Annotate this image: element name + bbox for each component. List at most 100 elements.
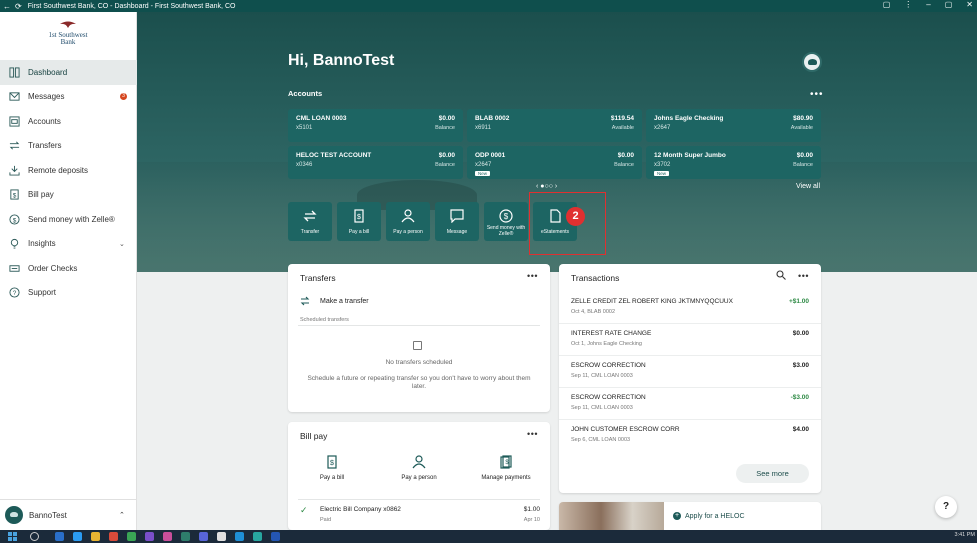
taskbar-app-icon[interactable] — [163, 532, 172, 541]
transaction-meta: Sep 11, CML LOAN 0003 — [571, 405, 633, 411]
account-amount: $0.00 — [438, 152, 455, 159]
quick-action-transfer[interactable]: Transfer — [288, 202, 332, 241]
bank-logo[interactable]: 1st Southwest Bank — [40, 18, 96, 50]
account-amount-label: Balance — [435, 125, 455, 131]
view-all-link[interactable]: View all — [796, 183, 820, 190]
account-amount-label: Balance — [435, 162, 455, 168]
account-card[interactable]: HELOC TEST ACCOUNT x0346 $0.00 Balance — [288, 146, 463, 179]
sidebar-item-dashboard[interactable]: Dashboard — [0, 60, 137, 85]
account-amount: $0.00 — [796, 152, 813, 159]
account-card[interactable]: BLAB 0002 x6911 $119.54 Available — [467, 109, 642, 142]
taskbar-app-icon[interactable] — [55, 532, 64, 541]
sidebar-item-insights[interactable]: Insights ⌄ — [0, 232, 137, 257]
sidebar-item-messages[interactable]: Messages 3 — [0, 85, 137, 110]
sidebar-item-accounts[interactable]: Accounts — [0, 109, 137, 134]
help-button[interactable]: ? — [935, 496, 957, 518]
sidebar-item-bill-pay[interactable]: $ Bill pay — [0, 183, 137, 208]
taskbar-search-icon[interactable] — [30, 532, 39, 541]
sidebar-item-remote-deposits[interactable]: Remote deposits — [0, 158, 137, 183]
sidebar-item-label: Bill pay — [28, 190, 54, 200]
make-transfer-button[interactable]: Make a transfer — [300, 296, 369, 306]
taskbar-app-icon[interactable] — [271, 532, 280, 541]
search-icon[interactable] — [776, 270, 786, 280]
account-card[interactable]: Johns Eagle Checking x2647 $80.90 Availa… — [646, 109, 821, 142]
back-icon[interactable]: ← — [3, 2, 11, 11]
accounts-more-icon[interactable]: ••• — [810, 90, 824, 100]
browser-nav: ← ⟳ — [0, 2, 22, 11]
svg-text:$: $ — [504, 212, 509, 221]
transfers-more-icon[interactable]: ••• — [527, 271, 538, 281]
billpay-manage-payments-button[interactable]: $ Manage payments — [471, 455, 541, 481]
menu-icon[interactable]: ⋮ — [904, 0, 912, 9]
taskbar-app-icon[interactable] — [91, 532, 100, 541]
quick-action-pay-bill[interactable]: $ Pay a bill — [337, 202, 381, 241]
quick-action-label: Message — [446, 229, 468, 235]
account-card[interactable]: CML LOAN 0003 x5101 $0.00 Balance — [288, 109, 463, 142]
taskbar-app-icon[interactable] — [181, 532, 190, 541]
help-icon: ? — [9, 287, 20, 298]
transaction-row[interactable]: ESCROW CORRECTION Sep 11, CML LOAN 0003 … — [559, 388, 821, 420]
account-card[interactable]: 12 Month Super Jumbo x3702 $0.00 Balance… — [646, 146, 821, 179]
quick-action-pay-person[interactable]: Pay a person — [386, 202, 430, 241]
transaction-meta: Sep 6, CML LOAN 0003 — [571, 437, 631, 443]
billpay-pay-bill-button[interactable]: $ Pay a bill — [297, 455, 367, 481]
transaction-row[interactable]: ESCROW CORRECTION Sep 11, CML LOAN 0003 … — [559, 356, 821, 388]
extensions-icon[interactable]: ▢ — [883, 0, 891, 9]
brand-line2: Bank — [60, 38, 76, 46]
step-number-badge: 2 — [566, 207, 585, 226]
message-icon — [450, 209, 464, 223]
maximize-icon[interactable]: ▢ — [945, 0, 953, 9]
billpay-more-icon[interactable]: ••• — [527, 429, 538, 439]
quick-action-zelle[interactable]: $ Send money with Zelle® — [484, 202, 528, 241]
account-number: x0346 — [296, 162, 313, 168]
refresh-icon[interactable]: ⟳ — [15, 2, 22, 11]
minimize-icon[interactable]: – — [926, 0, 930, 9]
sidebar-item-label: Remote deposits — [28, 165, 89, 175]
taskbar-app-icon[interactable] — [199, 532, 208, 541]
transaction-description: ESCROW CORRECTION — [571, 362, 646, 369]
transaction-description: INTEREST RATE CHANGE — [571, 330, 652, 337]
windows-start-icon[interactable] — [8, 532, 17, 541]
bill-amount: $1.00 — [523, 506, 540, 513]
billpay-action-label: Manage payments — [481, 475, 531, 481]
close-icon[interactable]: ✕ — [966, 0, 973, 9]
account-number: x3702 — [654, 162, 671, 168]
account-amount: $119.54 — [610, 115, 634, 122]
transaction-amount: -$3.00 — [790, 394, 809, 401]
see-more-button[interactable]: See more — [736, 464, 809, 483]
heloc-link[interactable]: + Apply for a HELOC — [673, 512, 745, 520]
taskbar-app-icon[interactable] — [235, 532, 244, 541]
carousel-pager[interactable]: ‹ ●○○ › — [536, 183, 557, 190]
sidebar-item-order-checks[interactable]: Order Checks — [0, 256, 137, 281]
sidebar-item-zelle[interactable]: $ Send money with Zelle® — [0, 207, 137, 232]
sidebar-item-label: Insights — [28, 239, 56, 249]
sidebar: 1st Southwest Bank Dashboard Messages 3 … — [0, 12, 137, 530]
accounts-heading: Accounts — [288, 89, 323, 98]
quick-action-label: Transfer — [300, 229, 320, 235]
account-card[interactable]: ODP 0001 x2647 $0.00 Balance New — [467, 146, 642, 179]
sidebar-item-transfers[interactable]: Transfers — [0, 134, 137, 159]
transaction-row[interactable]: ZELLE CREDIT ZEL ROBERT KING JKTMNYQQCUU… — [559, 292, 821, 324]
transactions-more-icon[interactable]: ••• — [798, 271, 809, 281]
taskbar-app-icon[interactable] — [217, 532, 226, 541]
account-amount-label: Balance — [614, 162, 634, 168]
user-menu[interactable]: BannoTest ⌃ — [0, 499, 137, 530]
transaction-row[interactable]: JOHN CUSTOMER ESCROW CORR Sep 6, CML LOA… — [559, 420, 821, 452]
taskbar-app-icon[interactable] — [127, 532, 136, 541]
profile-avatar[interactable] — [802, 52, 822, 72]
account-amount: $80.90 — [793, 115, 813, 122]
transaction-row[interactable]: INTEREST RATE CHANGE Oct 1, Johns Eagle … — [559, 324, 821, 356]
taskbar-app-icon[interactable] — [253, 532, 262, 541]
taskbar-app-icon[interactable] — [109, 532, 118, 541]
taskbar-app-icon[interactable] — [73, 532, 82, 541]
browser-titlebar: ← ⟳ First Southwest Bank, CO - Dashboard… — [0, 0, 977, 12]
transaction-amount: +$1.00 — [788, 298, 809, 305]
taskbar-app-icon[interactable] — [145, 532, 154, 541]
dashboard-icon — [9, 67, 20, 78]
sidebar-item-support[interactable]: ? Support — [0, 281, 137, 306]
billpay-pay-person-button[interactable]: Pay a person — [384, 455, 454, 481]
chevron-down-icon[interactable]: ⌄ — [119, 240, 125, 248]
account-name: HELOC TEST ACCOUNT — [296, 152, 372, 159]
account-name: Johns Eagle Checking — [654, 115, 724, 122]
quick-action-message[interactable]: Message — [435, 202, 479, 241]
